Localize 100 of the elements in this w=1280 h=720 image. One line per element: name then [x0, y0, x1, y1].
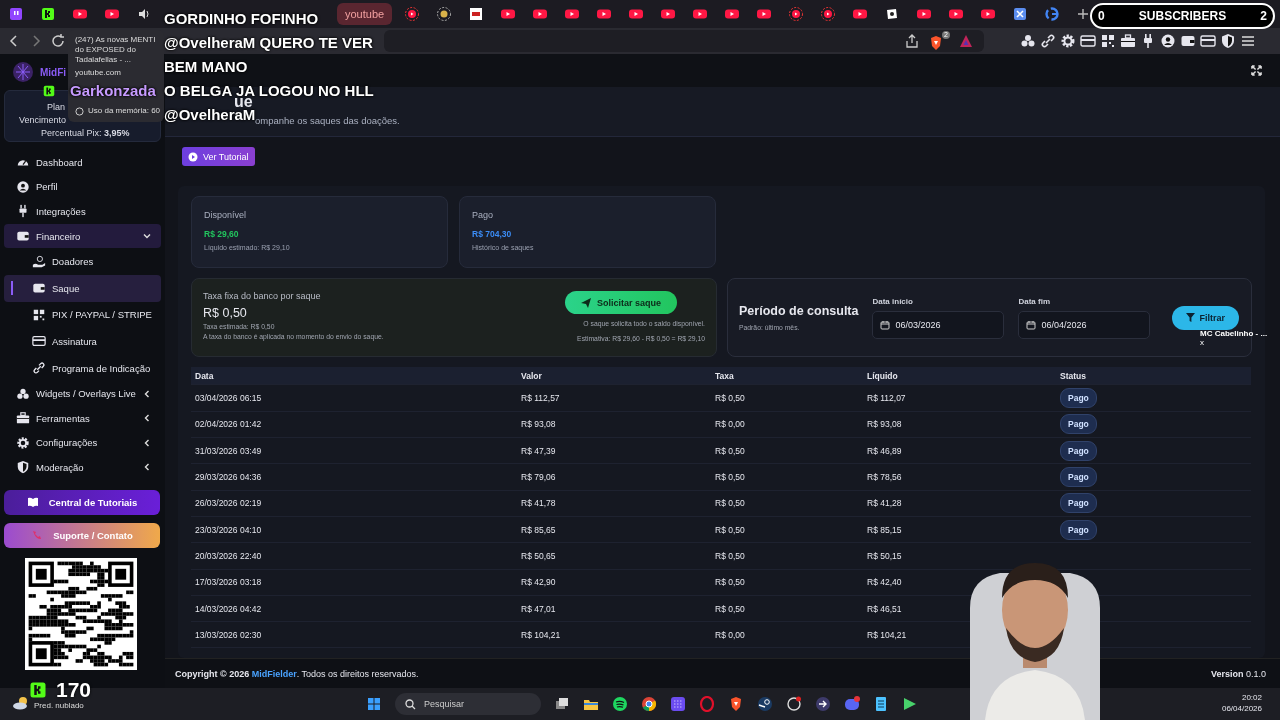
column-header: Taxa — [715, 371, 734, 381]
tooltip-title: (247) As novas MENTI do EXPOSED do Tadalafellas - ... — [75, 35, 157, 65]
table-cell: R$ 46,51 — [867, 603, 902, 614]
table-cell: 03/04/2026 06:15 — [195, 393, 262, 404]
tooltip-site: youtube.com — [75, 68, 122, 78]
table-cell: R$ 0,50 — [715, 393, 745, 404]
table-cell: R$ 41,78 — [521, 498, 556, 509]
column-header: Valor — [521, 371, 542, 381]
table-cell: 17/03/2026 03:18 — [195, 577, 262, 588]
sidebar-item[interactable]: Assinatura — [4, 328, 161, 355]
sidebar-item[interactable]: Doadores — [4, 248, 161, 275]
table-cell: R$ 93,08 — [521, 419, 556, 430]
chat-username: Garkonzada — [70, 82, 156, 99]
table-cell: R$ 0,50 — [715, 550, 745, 561]
table-cell: R$ 50,65 — [521, 550, 556, 561]
table-cell: R$ 0,50 — [715, 498, 745, 509]
stat-value: R$ 29,60 — [204, 229, 239, 240]
sidebar-item[interactable]: Perfil — [4, 174, 161, 200]
plan-text: Plan — [47, 101, 65, 114]
table-cell: R$ 78,56 — [867, 472, 902, 482]
stat-label: Pago — [472, 210, 494, 221]
search-field[interactable]: Pesquisar — [395, 693, 541, 715]
sidebar-item[interactable]: Widgets / Overlays Live — [4, 381, 161, 406]
column-header: Data — [195, 371, 214, 381]
table-cell: 29/03/2026 04:36 — [195, 472, 262, 482]
table-cell: 23/03/2026 04:10 — [195, 524, 262, 535]
status-badge: Pago — [1060, 493, 1097, 514]
table-cell: R$ 0,50 — [715, 577, 745, 588]
sidebar-item[interactable]: Saque — [4, 274, 161, 302]
table-cell: R$ 0,00 — [715, 419, 745, 430]
chat-message: GORDINHO FOFINHO — [164, 9, 319, 29]
fee-amount: R$ 0,50 — [203, 306, 247, 321]
table-cell: R$ 79,06 — [521, 472, 556, 482]
sidebar-item[interactable]: Ferramentas — [4, 405, 161, 431]
sidebar-item[interactable]: Programa de Indicação — [4, 354, 161, 382]
table-cell: R$ 47,01 — [521, 603, 556, 614]
tutorials-button[interactable]: Central de Tutoriais — [4, 489, 160, 515]
table-cell: 31/03/2026 03:49 — [195, 445, 262, 456]
table-cell: R$ 42,90 — [521, 577, 556, 588]
weather-text: Pred. nublado — [34, 701, 84, 710]
sidebar-item[interactable]: Configurações — [4, 430, 161, 456]
clock[interactable]: 20:02 06/04/2026 — [1221, 692, 1262, 714]
table-cell: 26/03/2026 02:19 — [195, 498, 262, 509]
table-cell: 13/03/2026 02:30 — [195, 629, 262, 640]
subscriber-counter: 0 SUBSCRIBERS 2 — [1090, 3, 1275, 29]
sidebar-item[interactable]: Integrações — [4, 199, 161, 224]
close-icon[interactable]: x — [1200, 338, 1204, 347]
table-cell: R$ 0,50 — [715, 472, 745, 482]
table-cell: R$ 50,15 — [867, 550, 902, 561]
status-badge: Pago — [1060, 388, 1097, 409]
fee-label: Taxa fixa do banco por saque — [203, 291, 321, 302]
stat-label: Disponível — [204, 210, 247, 221]
table-cell: R$ 112,57 — [521, 393, 560, 404]
chat-message: BEM MANO — [164, 57, 248, 77]
plan-text: Percentual Pix: 3,95% — [41, 127, 130, 140]
table-cell: R$ 104,21 — [521, 629, 561, 640]
browser-tab[interactable]: youtube — [337, 3, 393, 25]
sidebar-item[interactable]: Moderação — [4, 455, 161, 480]
table-cell: R$ 41,28 — [867, 498, 902, 509]
table-cell: R$ 0,50 — [715, 603, 745, 614]
version-text: Version 0.1.0 — [1210, 668, 1266, 679]
date-field[interactable]: 06/03/2026 — [872, 311, 1005, 339]
table-cell: R$ 46,89 — [867, 445, 902, 456]
page-subtitle: ompanhe os saques das doações. — [255, 115, 400, 127]
sidebar-item[interactable]: Dashboard — [4, 150, 161, 175]
table-cell: 14/03/2026 04:42 — [195, 603, 262, 614]
field-label: Data início — [872, 297, 913, 306]
date-field[interactable]: 06/04/2026 — [1018, 311, 1151, 339]
table-cell: R$ 47,39 — [521, 445, 556, 456]
midfielder-link[interactable]: MidFielder — [251, 668, 297, 679]
table-cell: 20/03/2026 22:40 — [195, 550, 262, 561]
brand-name: MidFi — [40, 66, 67, 78]
table-cell: R$ 42,40 — [867, 577, 902, 588]
chat-message: @OvelheraM QUERO TE VER — [164, 33, 373, 53]
table-cell: R$ 0,50 — [715, 524, 745, 535]
status-badge: Pago — [1060, 467, 1097, 487]
sidebar-item[interactable]: PIX / PAYPAL / STRIPE — [4, 301, 161, 329]
table-cell: R$ 0,50 — [715, 445, 745, 456]
kick-count: 170 — [56, 678, 92, 702]
tutorial-button[interactable]: Ver Tutorial — [182, 146, 255, 167]
sidebar-item[interactable]: Financeiro — [4, 223, 161, 249]
status-badge: Pago — [1060, 414, 1097, 435]
status-badge: Pago — [1060, 519, 1097, 540]
column-header: Status — [1060, 371, 1086, 381]
table-cell: R$ 85,65 — [521, 524, 556, 535]
tooltip-memory: Uso da memória: 60 — [88, 106, 161, 116]
withdraw-button[interactable]: Solicitar saque — [564, 291, 677, 315]
period-title: Período de consulta — [739, 304, 859, 319]
chat-message: @OvelheraM — [164, 106, 256, 123]
table-cell: 02/04/2026 01:42 — [195, 419, 262, 430]
now-playing-title: MC Cabelinho - ... — [1200, 329, 1269, 338]
status-badge: Pago — [1060, 440, 1097, 461]
table-cell: R$ 93,08 — [867, 419, 902, 430]
stat-value: R$ 704,30 — [472, 229, 512, 240]
table-cell: R$ 104,21 — [867, 629, 907, 640]
table-cell: R$ 0,00 — [715, 629, 745, 640]
column-header: Líquido — [867, 371, 898, 381]
table-cell: R$ 112,07 — [867, 393, 906, 404]
filter-button[interactable]: Filtrar — [1172, 306, 1239, 330]
plan-text: Vencimento — [19, 114, 67, 127]
